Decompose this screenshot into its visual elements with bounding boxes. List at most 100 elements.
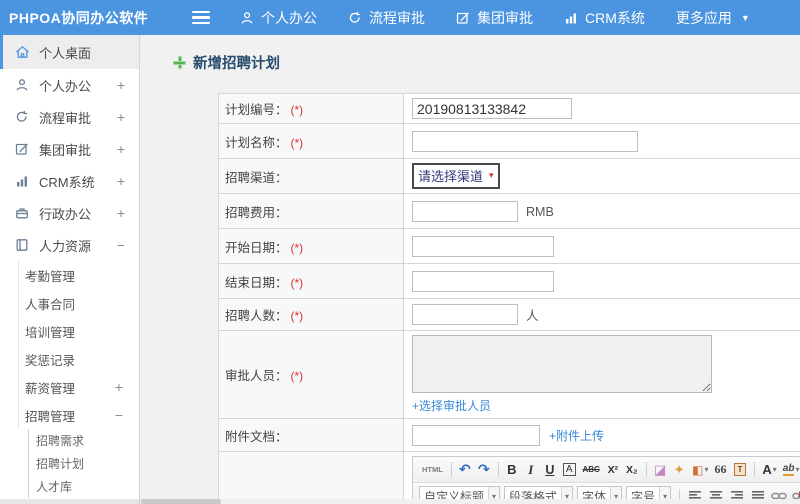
- sidebar-item-label: 个人桌面: [39, 45, 92, 61]
- expand-toggle[interactable]: +: [117, 205, 125, 221]
- sidebar-item-label: 个人办公: [39, 78, 92, 94]
- expand-toggle[interactable]: +: [117, 173, 125, 189]
- select-approvers-link[interactable]: +选择审批人员: [412, 397, 491, 414]
- sidebar-item-label: 行政办公: [39, 206, 92, 222]
- required-mark: (*): [290, 103, 304, 117]
- expand-toggle[interactable]: +: [115, 379, 123, 395]
- expand-toggle[interactable]: −: [115, 407, 123, 423]
- sidebar-item-crm-system[interactable]: CRM系统 +: [0, 165, 139, 197]
- expand-toggle[interactable]: −: [117, 237, 125, 253]
- field-label: 招聘人数：: [225, 309, 288, 323]
- sidebar-subsubitem[interactable]: 人才库: [29, 475, 139, 498]
- field-label: 附件文档：: [225, 429, 288, 444]
- field-label: 计划编号：: [225, 103, 288, 117]
- font-color-button[interactable]: A ▾: [760, 460, 778, 480]
- edit-icon: [456, 11, 470, 25]
- required-mark: (*): [290, 369, 304, 383]
- topnav-personal-office[interactable]: 个人办公: [240, 8, 317, 28]
- bold-button[interactable]: B: [504, 460, 521, 480]
- sidebar-subitem[interactable]: 培训管理: [19, 317, 139, 345]
- sidebar-subitem[interactable]: 奖惩记录: [19, 345, 139, 373]
- sidebar-subitem[interactable]: 人事合同: [19, 289, 139, 317]
- required-mark: (*): [290, 309, 304, 323]
- expand-toggle[interactable]: +: [117, 109, 125, 125]
- sidebar-subitem[interactable]: 招聘管理 −: [19, 401, 139, 429]
- recruitment-plan-form: 计划编号：(*) 计划名称：(*) 招聘渠道： 请选择渠道 ▾ 招聘费用： RM…: [218, 93, 800, 504]
- required-mark: (*): [290, 135, 304, 150]
- field-label: 结束日期：: [225, 275, 288, 290]
- topnav-more-apps[interactable]: 更多应用 ▼: [676, 8, 750, 28]
- sidebar-subitem-label: 招聘管理: [25, 409, 76, 424]
- sidebar-item-label: CRM系统: [39, 174, 95, 190]
- topnav-group-approval[interactable]: 集团审批: [456, 8, 533, 28]
- attachment-input[interactable]: [412, 424, 540, 446]
- hamburger-menu-icon[interactable]: [192, 10, 210, 25]
- sidebar-subitem-label: 薪资管理: [25, 381, 76, 396]
- horizontal-scrollbar[interactable]: [0, 499, 800, 504]
- char-border-button[interactable]: A: [561, 460, 579, 480]
- sidebar-subsubitem-label: 招聘计划: [36, 457, 85, 471]
- fee-input[interactable]: [412, 200, 518, 222]
- hr-submenu: 考勤管理 人事合同 培训管理 奖惩记录 薪资管理 + 招聘管理 −: [18, 261, 139, 429]
- start-date-input[interactable]: [412, 235, 554, 257]
- blockquote-button[interactable]: 66: [713, 460, 730, 480]
- sidebar-subsubitem[interactable]: 招聘计划: [29, 452, 139, 475]
- headcount-input[interactable]: [412, 304, 518, 325]
- main-content: 新增招聘计划 计划编号：(*) 计划名称：(*) 招聘渠道： 请选择渠道 ▾: [141, 35, 800, 504]
- recruit-submenu-wrap: 招聘需求 招聘计划 人才库: [18, 429, 139, 498]
- redo-button[interactable]: ↷: [476, 460, 493, 480]
- sidebar-item-personal-desktop[interactable]: 个人桌面: [0, 35, 139, 69]
- sidebar-item-personal-office[interactable]: 个人办公 +: [0, 69, 139, 101]
- workflow-icon: [14, 110, 30, 124]
- approvers-textarea[interactable]: [412, 335, 712, 393]
- topnav-label: 集团审批: [477, 9, 533, 26]
- attachment-upload-link[interactable]: +附件上传: [549, 429, 604, 443]
- scrollbar-thumb[interactable]: [141, 499, 221, 504]
- undo-button[interactable]: ↶: [457, 460, 474, 480]
- clean-format-button[interactable]: ✦: [671, 460, 688, 480]
- paste-text-button[interactable]: T: [732, 460, 750, 480]
- highlight-button[interactable]: ab ▾: [781, 460, 800, 480]
- strikethrough-button[interactable]: ABC: [581, 460, 603, 480]
- topnav-label: 流程审批: [369, 9, 425, 26]
- topnav-label: CRM系统: [585, 9, 645, 26]
- sidebar-item-group-approval[interactable]: 集团审批 +: [0, 133, 139, 165]
- expand-toggle[interactable]: +: [117, 141, 125, 157]
- field-label: 招聘渠道：: [225, 170, 288, 185]
- sidebar-subitem[interactable]: 薪资管理 +: [19, 373, 139, 401]
- sidebar-item-admin-office[interactable]: 行政办公 +: [0, 197, 139, 229]
- workflow-icon: [348, 11, 362, 25]
- app-brand: PHPOA协同办公软件: [9, 9, 149, 26]
- sidebar-scrollbar-corner: [0, 499, 140, 504]
- plan-name-input[interactable]: [412, 130, 638, 152]
- bar-chart-icon: [564, 11, 578, 25]
- sidebar-item-label: 集团审批: [39, 142, 92, 158]
- topnav-workflow-approval[interactable]: 流程审批: [348, 8, 425, 28]
- italic-button[interactable]: I: [523, 460, 540, 480]
- html-source-button[interactable]: HTML: [420, 460, 446, 480]
- superscript-button[interactable]: X²: [605, 460, 622, 480]
- plus-icon: [173, 56, 186, 69]
- plan-number-input[interactable]: [412, 98, 572, 119]
- eraser-button[interactable]: ◪: [652, 460, 669, 480]
- topnav-crm-system[interactable]: CRM系统: [564, 8, 645, 28]
- channel-select[interactable]: 请选择渠道 ▾: [412, 163, 500, 189]
- expand-toggle[interactable]: +: [117, 77, 125, 93]
- toolbar-separator: [497, 462, 499, 477]
- sidebar-item-label: 流程审批: [39, 110, 92, 126]
- sidebar-subitem[interactable]: 考勤管理: [19, 261, 139, 289]
- toolbar-separator: [450, 462, 452, 477]
- format-painter-button[interactable]: ◧ ▾: [690, 460, 710, 480]
- subscript-button[interactable]: X₂: [624, 460, 641, 480]
- sidebar-item-workflow-approval[interactable]: 流程审批 +: [0, 101, 139, 133]
- field-label: 审批人员：: [225, 369, 288, 383]
- sidebar-subitem-label: 奖惩记录: [25, 353, 76, 368]
- top-nav: 个人办公 流程审批 集团审批 CRM系统 更多应用 ▼: [240, 8, 781, 28]
- sidebar-item-human-resources[interactable]: 人力资源 −: [0, 229, 139, 261]
- briefcase-icon: [14, 206, 30, 220]
- end-date-input[interactable]: [412, 270, 554, 292]
- field-label: 开始日期：: [225, 240, 288, 255]
- sidebar-subitem-label: 考勤管理: [25, 269, 76, 284]
- underline-button[interactable]: U: [542, 460, 559, 480]
- sidebar-subsubitem[interactable]: 招聘需求: [29, 429, 139, 452]
